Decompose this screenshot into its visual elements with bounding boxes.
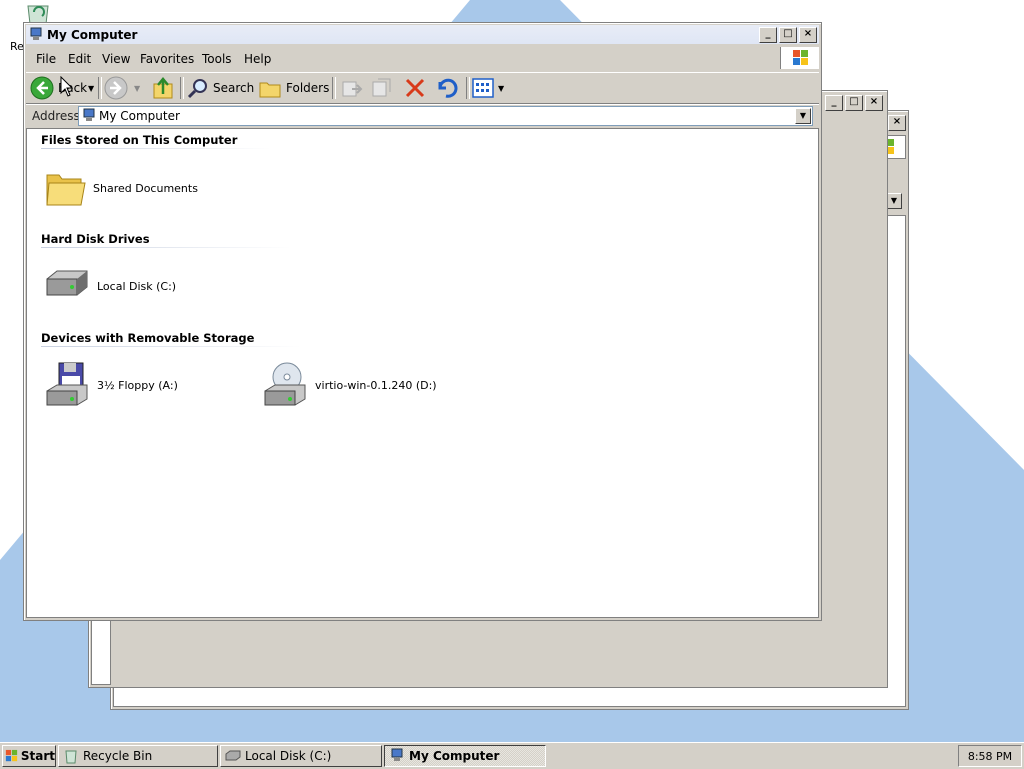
close-button[interactable]: × xyxy=(888,115,906,131)
background-window-2-controls: _ □ × xyxy=(823,95,883,111)
recycle-bin-desktop-icon[interactable] xyxy=(24,2,52,25)
my-computer-icon xyxy=(83,108,95,121)
task-my-computer[interactable]: My Computer xyxy=(384,745,546,767)
group-divider xyxy=(41,148,271,149)
address-input[interactable]: My Computer ▼ xyxy=(78,106,813,126)
clock-time: 8:58 PM xyxy=(967,749,1013,763)
menu-file[interactable]: File xyxy=(36,52,56,66)
window-title: My Computer xyxy=(47,28,138,42)
window-titlebar[interactable]: My Computer _ □ × xyxy=(26,25,819,44)
item-label: Shared Documents xyxy=(93,181,198,195)
desktop: Re _ □ × ▼ _ □ × xyxy=(0,0,1024,742)
mouse-cursor-icon xyxy=(60,76,74,97)
toolbar-separator xyxy=(180,77,184,99)
windows-flag-icon xyxy=(793,50,808,65)
windows-logo xyxy=(780,47,819,69)
toolbar-separator xyxy=(98,77,102,99)
back-arrow-icon xyxy=(30,76,54,100)
address-dropdown-button[interactable]: ▼ xyxy=(795,108,811,124)
system-tray-clock[interactable]: 8:58 PM xyxy=(958,745,1022,767)
move-to-icon xyxy=(342,81,363,97)
item-label: virtio-win-0.1.240 (D:) xyxy=(315,378,437,392)
cd-drive-icon xyxy=(264,362,306,406)
task-label: Recycle Bin xyxy=(83,749,153,763)
task-label: Local Disk (C:) xyxy=(245,749,332,763)
minimize-button[interactable]: _ xyxy=(759,27,777,43)
item-cd-drive-d[interactable]: virtio-win-0.1.240 (D:) xyxy=(261,361,437,409)
menu-view[interactable]: View xyxy=(102,52,130,66)
windows-flag-icon xyxy=(5,749,18,762)
toolbar-separator xyxy=(466,77,470,99)
background-window-address-drop[interactable]: ▼ xyxy=(886,193,902,209)
my-computer-window[interactable]: My Computer _ □ × File Edit View Favorit… xyxy=(23,22,822,621)
address-label: Address xyxy=(32,109,80,123)
search-icon xyxy=(187,79,207,99)
item-local-disk-c[interactable]: Local Disk (C:) xyxy=(43,269,176,303)
forward-button[interactable]: ▼ xyxy=(104,75,140,101)
address-value: My Computer xyxy=(99,109,180,123)
views-icon xyxy=(472,78,494,98)
back-dropdown[interactable]: ▼ xyxy=(88,75,94,101)
start-button[interactable]: Start xyxy=(2,745,56,767)
menu-favorites[interactable]: Favorites xyxy=(140,52,194,66)
undo-icon xyxy=(438,78,458,98)
views-button[interactable]: ▼ xyxy=(472,75,504,101)
maximize-button[interactable]: □ xyxy=(845,95,863,111)
task-local-disk[interactable]: Local Disk (C:) xyxy=(220,745,382,767)
toolbar: Back ▼ ▼ xyxy=(26,72,819,104)
hard-disk-icon xyxy=(225,750,241,761)
recycle-bin-desktop-label: Re xyxy=(10,40,24,53)
search-label: Search xyxy=(213,81,255,95)
copy-to-button[interactable] xyxy=(370,75,394,101)
window-controls: _ □ × xyxy=(757,27,817,43)
copy-to-icon xyxy=(372,78,391,97)
folders-label: Folders xyxy=(286,81,330,95)
group-title-removable-storage: Devices with Removable Storage xyxy=(41,331,255,345)
menu-help[interactable]: Help xyxy=(244,52,271,66)
group-title-hard-disk-drives: Hard Disk Drives xyxy=(41,232,150,246)
back-button[interactable]: Back xyxy=(30,75,87,101)
menu-bar: File Edit View Favorites Tools Help xyxy=(26,47,819,69)
group-title-files-stored: Files Stored on This Computer xyxy=(41,133,238,147)
move-to-button[interactable] xyxy=(340,75,364,101)
address-bar: Address My Computer ▼ xyxy=(26,104,819,127)
recycle-bin-icon xyxy=(27,5,49,25)
hard-disk-icon xyxy=(46,270,88,296)
menu-edit[interactable]: Edit xyxy=(68,52,91,66)
item-floppy-a[interactable]: 3½ Floppy (A:) xyxy=(43,361,178,409)
start-label: Start xyxy=(20,749,55,763)
close-button[interactable]: × xyxy=(865,95,883,111)
views-dropdown[interactable]: ▼ xyxy=(498,84,504,93)
forward-dropdown[interactable]: ▼ xyxy=(134,84,140,93)
menu-tools[interactable]: Tools xyxy=(202,52,232,66)
maximize-button[interactable]: □ xyxy=(779,27,797,43)
my-computer-icon xyxy=(30,27,42,40)
file-view: Files Stored on This Computer Shared Doc… xyxy=(26,128,819,618)
task-label: My Computer xyxy=(409,749,500,763)
close-button[interactable]: × xyxy=(799,27,817,43)
taskbar: Start Recycle Bin Local Disk (C:) My Com… xyxy=(0,742,1024,769)
my-computer-icon xyxy=(391,748,403,761)
item-label: 3½ Floppy (A:) xyxy=(97,378,178,392)
floppy-drive-icon xyxy=(46,362,88,406)
toolbar-separator xyxy=(332,77,336,99)
search-button[interactable]: Search xyxy=(186,75,254,101)
folders-icon xyxy=(259,82,281,98)
delete-button[interactable] xyxy=(404,75,426,101)
undo-button[interactable] xyxy=(434,75,458,101)
item-label: Local Disk (C:) xyxy=(97,279,177,293)
delete-icon xyxy=(405,78,425,98)
item-shared-documents[interactable]: Shared Documents xyxy=(45,167,198,209)
forward-arrow-icon xyxy=(104,76,128,100)
task-recycle-bin[interactable]: Recycle Bin xyxy=(58,745,218,767)
folder-icon xyxy=(46,174,86,206)
up-folder-icon xyxy=(153,77,173,99)
group-divider xyxy=(41,247,291,248)
minimize-button[interactable]: _ xyxy=(825,95,843,111)
group-divider xyxy=(41,346,301,347)
recycle-bin-icon xyxy=(65,750,77,764)
up-button[interactable] xyxy=(152,75,174,101)
folders-button[interactable]: Folders xyxy=(258,75,329,101)
